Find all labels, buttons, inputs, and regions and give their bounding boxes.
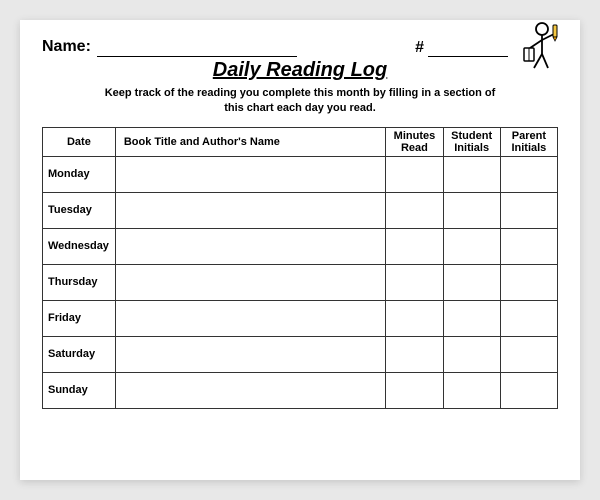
table-row: Wednesday — [43, 228, 558, 264]
parent-initials-cell[interactable] — [500, 336, 557, 372]
day-cell: Monday — [43, 156, 116, 192]
day-cell: Friday — [43, 300, 116, 336]
student-initials-cell[interactable] — [443, 156, 500, 192]
student-initials-cell[interactable] — [443, 372, 500, 408]
student-initials-cell[interactable] — [443, 192, 500, 228]
header-book: Book Title and Author's Name — [115, 127, 386, 156]
hash-section: # — [415, 38, 508, 57]
header-minutes: MinutesRead — [386, 127, 443, 156]
book-cell[interactable] — [115, 156, 386, 192]
parent-initials-cell[interactable] — [500, 192, 557, 228]
minutes-cell[interactable] — [386, 228, 443, 264]
parent-initials-cell[interactable] — [500, 300, 557, 336]
day-cell: Saturday — [43, 336, 116, 372]
table-row: Saturday — [43, 336, 558, 372]
minutes-cell[interactable] — [386, 264, 443, 300]
parent-initials-cell[interactable] — [500, 156, 557, 192]
name-section: Name: — [42, 38, 297, 57]
name-underline — [97, 38, 297, 57]
minutes-cell[interactable] — [386, 336, 443, 372]
parent-initials-cell[interactable] — [500, 372, 557, 408]
day-cell: Thursday — [43, 264, 116, 300]
header-parent: ParentInitials — [500, 127, 557, 156]
hash-underline — [428, 38, 508, 57]
table-row: Sunday — [43, 372, 558, 408]
student-initials-cell[interactable] — [443, 300, 500, 336]
minutes-cell[interactable] — [386, 192, 443, 228]
student-initials-cell[interactable] — [443, 264, 500, 300]
book-cell[interactable] — [115, 372, 386, 408]
book-cell[interactable] — [115, 336, 386, 372]
table-header-row: Date Book Title and Author's Name Minute… — [43, 127, 558, 156]
book-cell[interactable] — [115, 228, 386, 264]
day-cell: Sunday — [43, 372, 116, 408]
table-row: Thursday — [43, 264, 558, 300]
minutes-cell[interactable] — [386, 372, 443, 408]
header-student: StudentInitials — [443, 127, 500, 156]
book-cell[interactable] — [115, 300, 386, 336]
student-initials-cell[interactable] — [443, 336, 500, 372]
page: Name: # Daily Reading Log Keep track of … — [20, 20, 580, 480]
table-row: Friday — [43, 300, 558, 336]
subtitle: Keep track of the reading you complete t… — [42, 86, 558, 117]
table-row: Monday — [43, 156, 558, 192]
parent-initials-cell[interactable] — [500, 264, 557, 300]
subtitle-text: Keep track of the reading you complete t… — [105, 87, 496, 114]
hash-label: # — [415, 39, 424, 57]
reading-table: Date Book Title and Author's Name Minute… — [42, 127, 558, 409]
book-cell[interactable] — [115, 192, 386, 228]
minutes-cell[interactable] — [386, 156, 443, 192]
book-cell[interactable] — [115, 264, 386, 300]
day-cell: Wednesday — [43, 228, 116, 264]
name-label: Name: — [42, 38, 91, 55]
student-initials-cell[interactable] — [443, 228, 500, 264]
header-date: Date — [43, 127, 116, 156]
day-cell: Tuesday — [43, 192, 116, 228]
page-title: Daily Reading Log — [42, 59, 558, 82]
parent-initials-cell[interactable] — [500, 228, 557, 264]
table-row: Tuesday — [43, 192, 558, 228]
minutes-cell[interactable] — [386, 300, 443, 336]
header-line: Name: # — [42, 38, 558, 57]
